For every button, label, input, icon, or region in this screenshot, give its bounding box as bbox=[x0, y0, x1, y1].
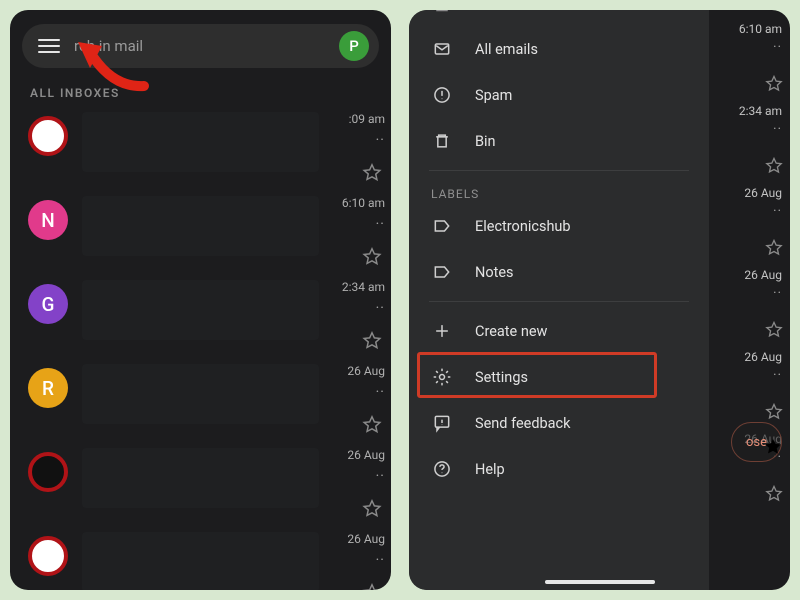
mail-preview-redacted bbox=[82, 196, 319, 256]
mail-row[interactable]: N 6:10 am.. bbox=[10, 190, 391, 274]
drawer-item-create-new[interactable]: Create new bbox=[409, 308, 709, 354]
mail-time: 26 Aug bbox=[323, 448, 385, 462]
drawer-item-label: Drafts bbox=[475, 10, 514, 12]
mail-preview-redacted bbox=[82, 448, 319, 508]
drawer-item-electronicshub[interactable]: Electronicshub bbox=[409, 203, 709, 249]
star-icon[interactable] bbox=[361, 246, 383, 268]
drawer-item-spam[interactable]: Spam bbox=[409, 72, 709, 118]
star-icon[interactable] bbox=[764, 402, 784, 422]
star-icon[interactable] bbox=[764, 238, 784, 258]
sender-avatar bbox=[28, 452, 68, 492]
label-icon bbox=[431, 261, 453, 283]
mail-meta: :09 am.. bbox=[323, 112, 385, 144]
drawer-item-help[interactable]: Help bbox=[409, 446, 709, 492]
bg-mail-row: 6:10 am.. bbox=[708, 20, 790, 102]
drawer-item-notes[interactable]: Notes bbox=[409, 249, 709, 295]
star-icon[interactable] bbox=[764, 74, 784, 94]
hamburger-menu-icon[interactable] bbox=[38, 35, 60, 57]
drawer-item-label: Bin bbox=[475, 133, 496, 150]
drawer-item-drafts[interactable]: Drafts bbox=[409, 10, 709, 26]
feedback-icon bbox=[431, 412, 453, 434]
all-mail-icon bbox=[431, 38, 453, 60]
mail-meta: 2:34 am.. bbox=[323, 280, 385, 312]
mail-row[interactable]: 26 Aug.. bbox=[10, 526, 391, 590]
divider bbox=[429, 301, 689, 302]
drawer-item-label: Settings bbox=[475, 369, 528, 386]
drawer-item-label: All emails bbox=[475, 41, 538, 58]
background-mail-list: 6:10 am..2:34 am..26 Aug..26 Aug..26 Aug… bbox=[708, 10, 790, 590]
drawer-item-label: Send feedback bbox=[475, 415, 570, 432]
star-icon[interactable] bbox=[361, 162, 383, 184]
drawer-item-label: Spam bbox=[475, 87, 512, 104]
mail-time: 26 Aug bbox=[323, 364, 385, 378]
phone-left-inbox: rch in mail P ALL INBOXES :09 am.. N 6:10 … bbox=[10, 10, 391, 590]
mail-meta: 26 Aug.. bbox=[323, 448, 385, 480]
star-icon[interactable] bbox=[764, 156, 784, 176]
star-icon[interactable] bbox=[762, 436, 784, 458]
sender-avatar: N bbox=[28, 200, 68, 240]
drawer-item-all-emails[interactable]: All emails bbox=[409, 26, 709, 72]
home-indicator bbox=[545, 580, 655, 584]
sender-avatar: R bbox=[28, 368, 68, 408]
mail-time: :09 am bbox=[323, 112, 385, 126]
star-icon[interactable] bbox=[764, 320, 784, 340]
star-icon[interactable] bbox=[361, 582, 383, 590]
bg-mail-row: 2:34 am.. bbox=[708, 102, 790, 184]
star-icon[interactable] bbox=[361, 498, 383, 520]
mail-preview-redacted bbox=[82, 280, 319, 340]
bin-icon bbox=[431, 130, 453, 152]
label-icon bbox=[431, 215, 453, 237]
sender-avatar: G bbox=[28, 284, 68, 324]
drawer-item-label: Help bbox=[475, 461, 505, 478]
mail-row[interactable]: R 26 Aug.. bbox=[10, 358, 391, 442]
mail-time: 2:34 am bbox=[323, 280, 385, 294]
divider bbox=[429, 170, 689, 171]
mail-preview-redacted bbox=[82, 532, 319, 590]
bg-mail-row: 26 Aug.. bbox=[708, 348, 790, 430]
star-icon[interactable] bbox=[764, 484, 784, 504]
account-avatar[interactable]: P bbox=[339, 31, 369, 61]
mail-row[interactable]: G 2:34 am.. bbox=[10, 274, 391, 358]
search-input[interactable]: rch in mail bbox=[74, 37, 339, 55]
drawer-item-send-feedback[interactable]: Send feedback bbox=[409, 400, 709, 446]
file-icon bbox=[431, 10, 453, 14]
mail-list: :09 am..N6:10 am..G2:34 am..R26 Aug..26 … bbox=[10, 106, 391, 590]
labels-header: LABELS bbox=[409, 177, 709, 203]
bg-mail-row: 26 Aug.. bbox=[708, 266, 790, 348]
drawer-item-label: Notes bbox=[475, 264, 514, 281]
mail-row[interactable]: 26 Aug.. bbox=[10, 442, 391, 526]
phone-right-drawer: 6:10 am..2:34 am..26 Aug..26 Aug..26 Aug… bbox=[409, 10, 790, 590]
sender-avatar bbox=[28, 536, 68, 576]
star-icon[interactable] bbox=[361, 414, 383, 436]
star-icon[interactable] bbox=[361, 330, 383, 352]
nav-drawer: Drafts All emails Spam Bin LABELS Electroni… bbox=[409, 10, 709, 590]
inbox-section-label: ALL INBOXES bbox=[10, 78, 391, 106]
mail-preview-redacted bbox=[82, 364, 319, 424]
mail-time: 26 Aug bbox=[323, 532, 385, 546]
search-bar[interactable]: rch in mail P bbox=[22, 24, 379, 68]
gear-icon bbox=[431, 366, 453, 388]
mail-meta: 26 Aug.. bbox=[323, 364, 385, 396]
sender-avatar bbox=[28, 116, 68, 156]
mail-meta: 6:10 am.. bbox=[323, 196, 385, 228]
bg-mail-row: 26 Aug.. bbox=[708, 184, 790, 266]
plus-icon bbox=[431, 320, 453, 342]
drawer-item-label: Electronicshub bbox=[475, 218, 571, 235]
drawer-item-bin[interactable]: Bin bbox=[409, 118, 709, 164]
help-icon bbox=[431, 458, 453, 480]
drawer-item-settings[interactable]: Settings bbox=[409, 354, 709, 400]
mail-row[interactable]: :09 am.. bbox=[10, 106, 391, 190]
mail-meta: 26 Aug.. bbox=[323, 532, 385, 564]
mail-preview-redacted bbox=[82, 112, 319, 172]
drawer-item-label: Create new bbox=[475, 323, 547, 340]
spam-icon bbox=[431, 84, 453, 106]
mail-time: 6:10 am bbox=[323, 196, 385, 210]
